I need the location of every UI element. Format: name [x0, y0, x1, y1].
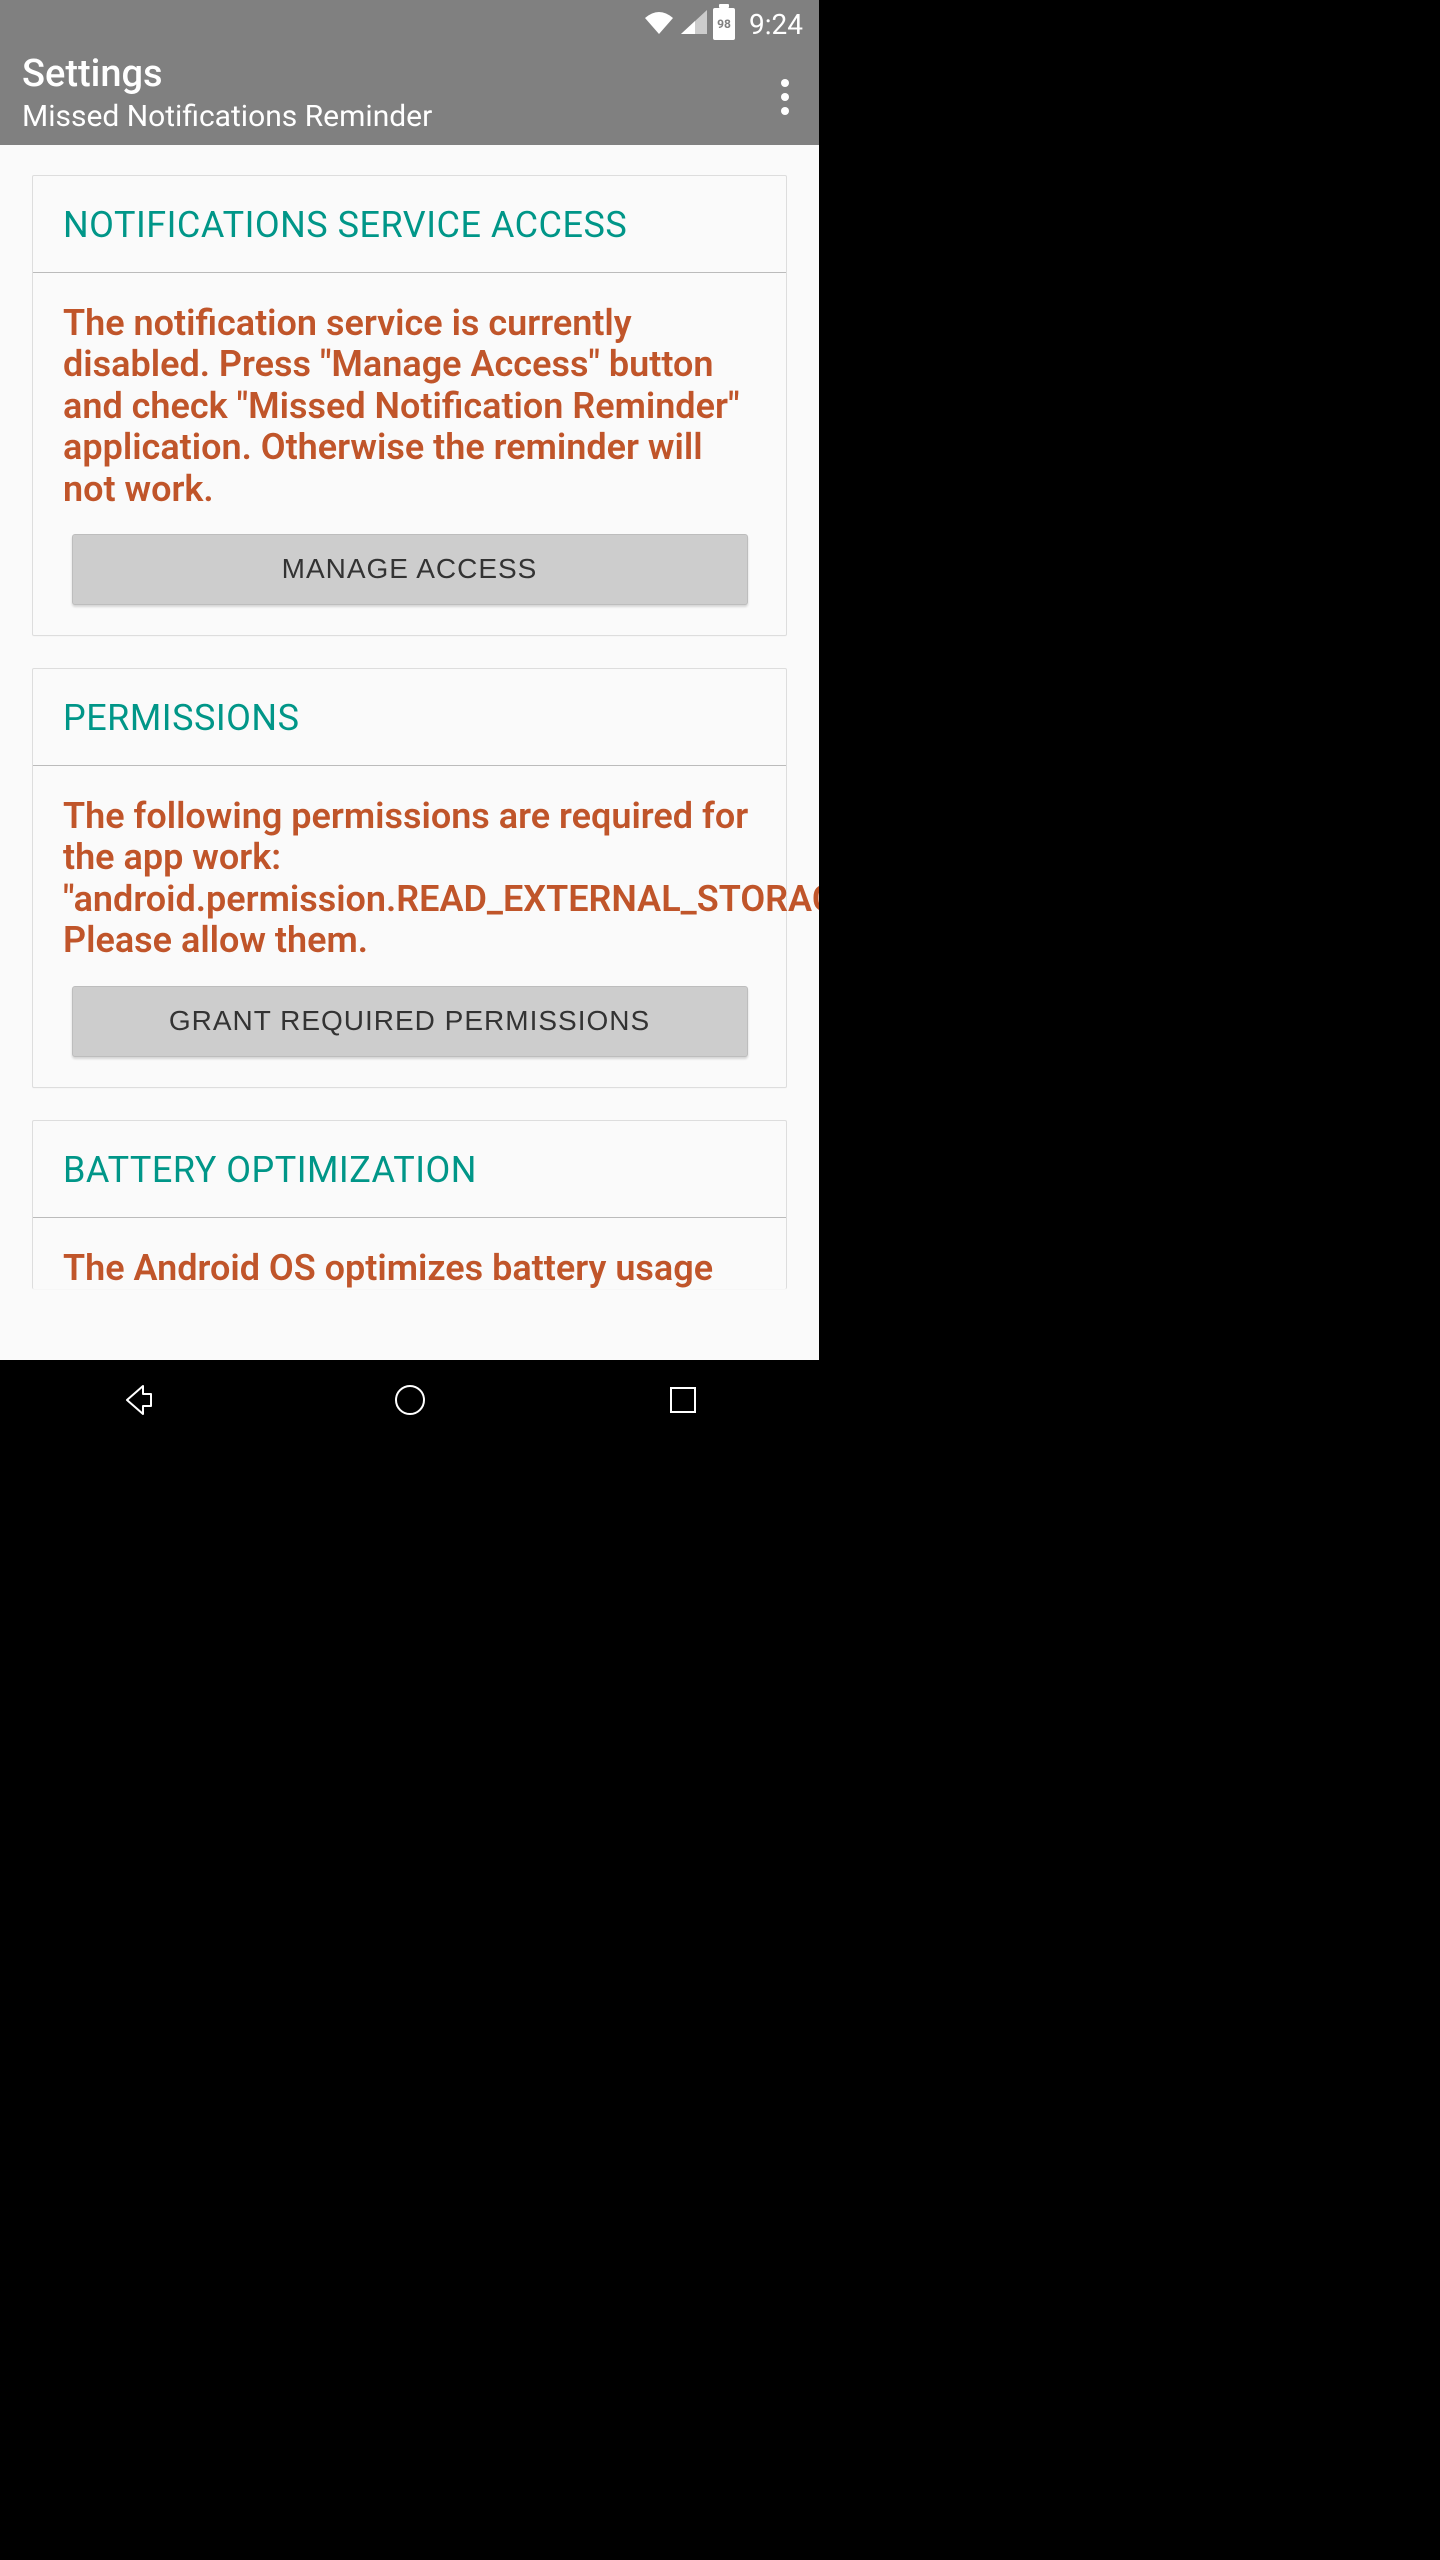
- cellular-signal-icon: [681, 8, 707, 41]
- notifications-service-warning: The notification service is currently di…: [63, 303, 756, 510]
- back-button[interactable]: [77, 1375, 197, 1425]
- status-bar: 98 9:24: [0, 0, 819, 48]
- more-vert-icon: [781, 93, 789, 101]
- notifications-service-card: NOTIFICATIONS SERVICE ACCESS The notific…: [32, 175, 787, 636]
- status-icons: 98 9:24: [643, 8, 803, 41]
- notifications-service-header: NOTIFICATIONS SERVICE ACCESS: [33, 176, 786, 273]
- battery-level: 98: [717, 17, 731, 31]
- battery-optimization-card: BATTERY OPTIMIZATION The Android OS opti…: [32, 1120, 787, 1289]
- permissions-header: PERMISSIONS: [33, 669, 786, 766]
- battery-optimization-header: BATTERY OPTIMIZATION: [33, 1121, 786, 1218]
- recent-apps-button[interactable]: [623, 1375, 743, 1425]
- content-scroll[interactable]: NOTIFICATIONS SERVICE ACCESS The notific…: [0, 145, 819, 1360]
- home-button[interactable]: [350, 1375, 470, 1425]
- more-vert-icon: [781, 79, 789, 87]
- page-subtitle: Missed Notifications Reminder: [22, 99, 432, 134]
- permissions-card: PERMISSIONS The following permissions ar…: [32, 668, 787, 1088]
- overflow-menu-button[interactable]: [771, 69, 799, 125]
- app-bar: Settings Missed Notifications Reminder: [0, 48, 819, 145]
- more-vert-icon: [781, 107, 789, 115]
- page-title: Settings: [22, 55, 432, 93]
- permissions-warning: The following permissions are required f…: [63, 796, 756, 962]
- grant-permissions-button[interactable]: GRANT REQUIRED PERMISSIONS: [72, 986, 748, 1057]
- status-time: 9:24: [749, 8, 803, 41]
- battery-optimization-warning: The Android OS optimizes battery usage: [63, 1248, 756, 1289]
- manage-access-button[interactable]: MANAGE ACCESS: [72, 534, 748, 605]
- navigation-bar: [0, 1360, 819, 1440]
- battery-icon: 98: [713, 8, 735, 40]
- app-bar-titles: Settings Missed Notifications Reminder: [22, 59, 432, 134]
- wifi-icon: [643, 8, 675, 41]
